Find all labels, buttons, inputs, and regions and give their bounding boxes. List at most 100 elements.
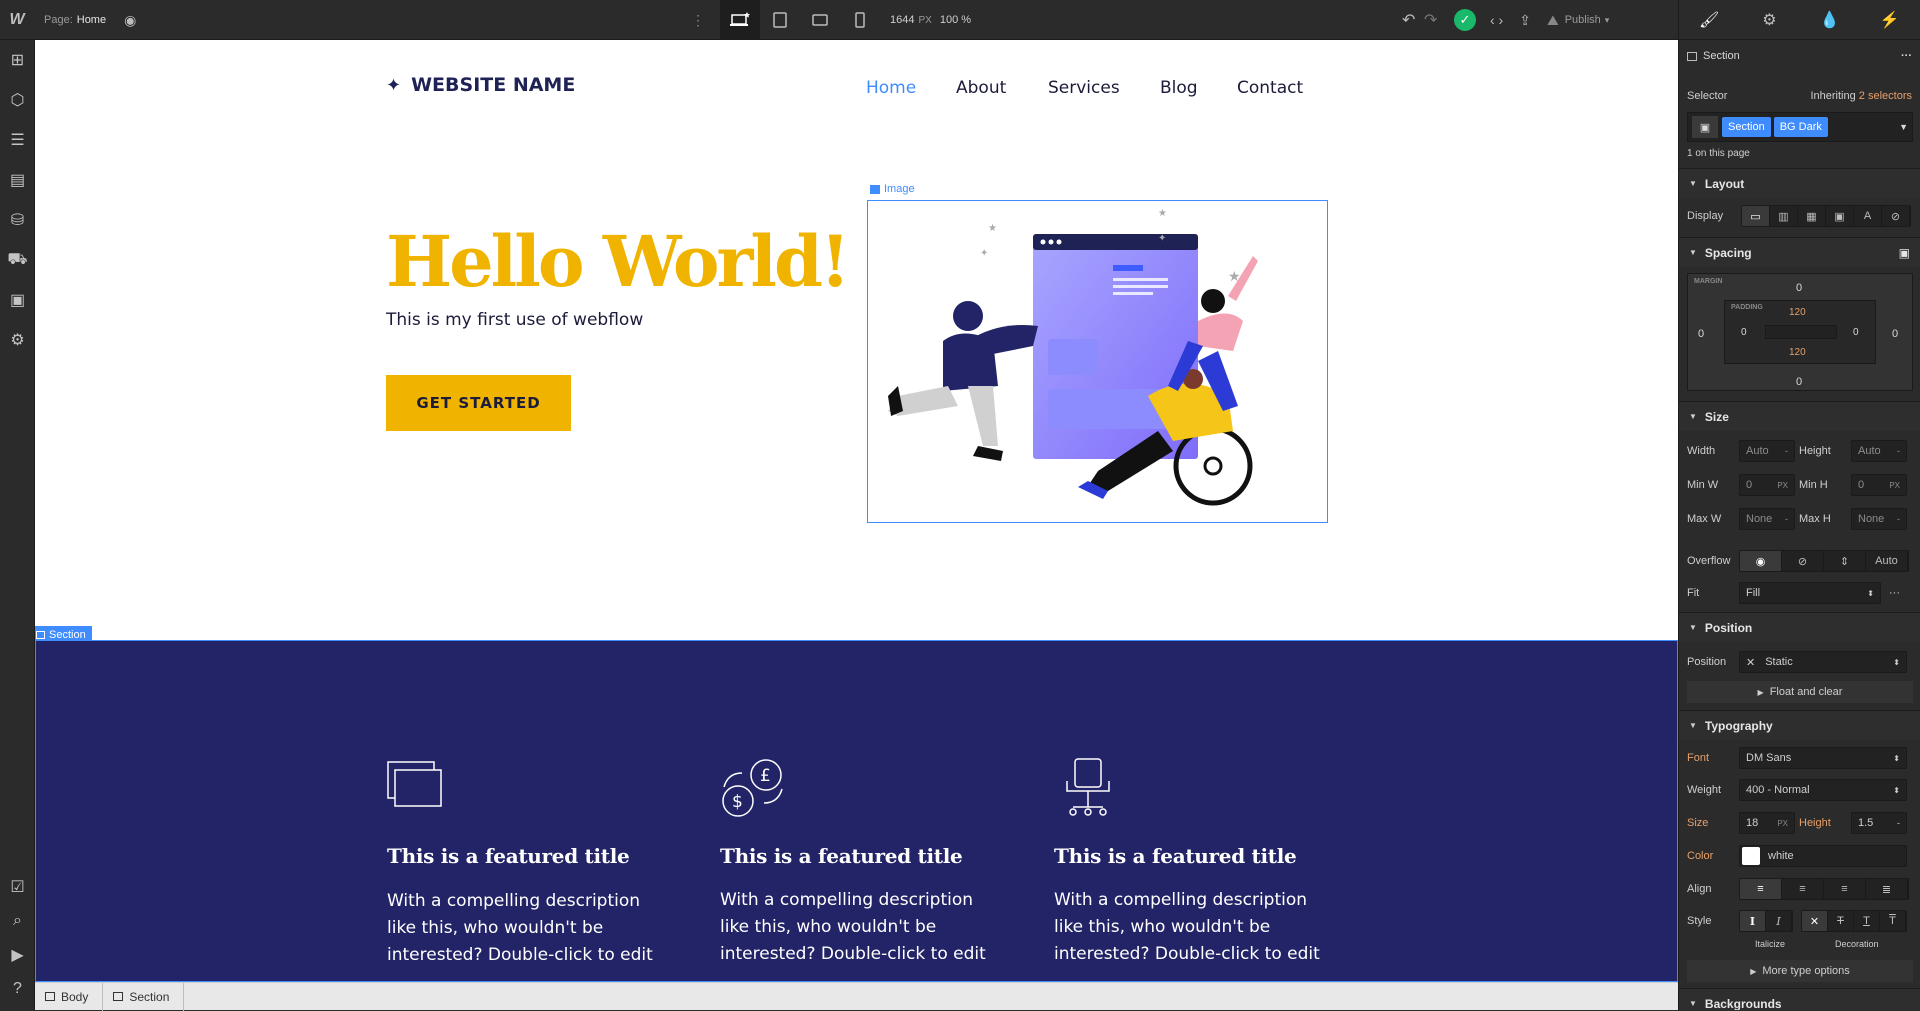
webflow-logo[interactable]: W bbox=[0, 0, 34, 40]
position-section-header[interactable]: ▼ Position bbox=[1679, 612, 1920, 642]
selector-field[interactable]: ▣ Section BG Dark ▼ bbox=[1687, 112, 1913, 142]
feature-description[interactable]: With a compelling description like this,… bbox=[387, 888, 667, 969]
nav-link-home[interactable]: Home bbox=[866, 78, 916, 98]
interactions-bolt-icon[interactable]: ⚡ bbox=[1860, 0, 1920, 39]
mobile-portrait-icon[interactable] bbox=[840, 0, 880, 40]
site-logo[interactable]: ✦ WEBSITE NAME bbox=[386, 74, 575, 96]
display-block-icon[interactable]: ▭ bbox=[1742, 206, 1770, 226]
overflow-auto[interactable]: Auto bbox=[1866, 551, 1908, 571]
display-inline-icon[interactable]: A bbox=[1854, 206, 1882, 226]
color-input[interactable]: white bbox=[1739, 845, 1907, 867]
padding-left-value[interactable]: 0 bbox=[1741, 327, 1747, 338]
hero-subtitle[interactable]: This is my first use of webflow bbox=[386, 310, 643, 330]
font-size-input[interactable]: 18 PX bbox=[1739, 812, 1795, 834]
margin-left-value[interactable]: 0 bbox=[1698, 328, 1704, 340]
navigator-icon[interactable]: ☰ bbox=[0, 120, 35, 160]
ecommerce-icon[interactable]: ⛟ bbox=[0, 240, 35, 280]
nav-link-blog[interactable]: Blog bbox=[1160, 78, 1198, 98]
hero-image[interactable]: ★ ✦ ★ ✦ ★ bbox=[867, 200, 1328, 523]
float-and-clear-button[interactable]: ▶ Float and clear bbox=[1687, 681, 1913, 703]
tasks-check-icon[interactable]: ☑ bbox=[0, 870, 35, 904]
selector-mode-icon[interactable]: ▣ bbox=[1692, 116, 1718, 138]
more-vertical-icon[interactable]: ⋮ bbox=[688, 12, 708, 29]
overflow-hidden-icon[interactable]: ⊘ bbox=[1782, 551, 1824, 571]
cms-icon[interactable]: ⛁ bbox=[0, 200, 35, 240]
overflow-options[interactable]: ◉ ⊘ ⇕ Auto bbox=[1739, 550, 1909, 572]
settings-icon[interactable]: ⚙ bbox=[0, 320, 35, 360]
feature-description[interactable]: With a compelling description like this,… bbox=[720, 887, 1000, 968]
typography-section-header[interactable]: ▼ Typography bbox=[1679, 710, 1920, 740]
style-manager-icon[interactable]: 💧 bbox=[1800, 0, 1860, 39]
padding-top-value[interactable]: 120 bbox=[1789, 307, 1806, 318]
assets-icon[interactable]: ▣ bbox=[0, 280, 35, 320]
display-inline-block-icon[interactable]: ▣ bbox=[1826, 206, 1854, 226]
fit-select[interactable]: Fill ⬍ bbox=[1739, 582, 1881, 604]
add-element-icon[interactable]: ⊞ bbox=[0, 40, 35, 80]
font-select[interactable]: DM Sans ⬍ bbox=[1739, 747, 1907, 769]
spacing-mode-icon[interactable]: ▣ bbox=[1899, 246, 1910, 260]
hero-title[interactable]: Hello World! bbox=[386, 220, 851, 303]
display-options[interactable]: ▭ ▥ ▦ ▣ A ⊘ bbox=[1741, 205, 1911, 227]
style-brush-icon[interactable]: 🖌 bbox=[1679, 0, 1740, 39]
padding-right-value[interactable]: 0 bbox=[1853, 327, 1859, 338]
height-input[interactable]: Auto - bbox=[1851, 440, 1907, 462]
overline-icon[interactable]: T bbox=[1880, 911, 1906, 931]
align-right-icon[interactable]: ≡ bbox=[1824, 879, 1866, 899]
more-options-icon[interactable]: ··· bbox=[1901, 50, 1912, 62]
help-icon[interactable]: ? bbox=[0, 972, 35, 1006]
nav-link-contact[interactable]: Contact bbox=[1237, 78, 1303, 98]
backgrounds-section-header[interactable]: ▼ Backgrounds bbox=[1679, 988, 1920, 1010]
margin-bottom-value[interactable]: 0 bbox=[1796, 376, 1802, 388]
line-height-input[interactable]: 1.5- bbox=[1851, 812, 1907, 834]
desktop-breakpoint-icon[interactable] bbox=[720, 0, 760, 40]
settings-gear-icon[interactable]: ⚙ bbox=[1739, 0, 1799, 39]
feature-title[interactable]: This is a featured title bbox=[720, 844, 963, 868]
margin-right-value[interactable]: 0 bbox=[1892, 328, 1898, 340]
selector-tag-bg-dark[interactable]: BG Dark bbox=[1773, 117, 1828, 137]
underline-icon[interactable]: T bbox=[1854, 911, 1880, 931]
feature-description[interactable]: With a compelling description like this,… bbox=[1054, 887, 1334, 968]
publish-button[interactable]: Publish bbox=[1565, 14, 1601, 26]
italic-options[interactable]: I I bbox=[1739, 910, 1793, 932]
min-width-input[interactable]: 0 PX bbox=[1739, 474, 1795, 496]
display-grid-icon[interactable]: ▦ bbox=[1798, 206, 1826, 226]
display-none-icon[interactable]: ⊘ bbox=[1882, 206, 1910, 226]
width-input[interactable]: Auto - bbox=[1739, 440, 1795, 462]
max-height-input[interactable]: None - bbox=[1851, 508, 1907, 530]
breadcrumb-item-section[interactable]: Section bbox=[103, 982, 185, 1011]
nav-link-about[interactable]: About bbox=[956, 78, 1006, 98]
nav-link-services[interactable]: Services bbox=[1048, 78, 1120, 98]
preview-eye-icon[interactable]: ◉ bbox=[124, 12, 136, 29]
margin-top-value[interactable]: 0 bbox=[1796, 282, 1802, 294]
chevron-down-icon[interactable]: ▼ bbox=[1899, 122, 1908, 132]
mobile-landscape-icon[interactable] bbox=[800, 0, 840, 40]
undo-icon[interactable]: ↶ bbox=[1402, 10, 1424, 30]
video-tutorial-icon[interactable]: ▶ bbox=[0, 938, 35, 972]
canvas-width-value[interactable]: 1644 bbox=[890, 14, 914, 26]
decoration-options[interactable]: ✕ T T T bbox=[1801, 910, 1907, 932]
pages-icon[interactable]: ▤ bbox=[0, 160, 35, 200]
hero-section[interactable]: ✦ WEBSITE NAME Home About Services Blog … bbox=[35, 40, 1678, 640]
strikethrough-icon[interactable]: T bbox=[1828, 911, 1854, 931]
layout-section-header[interactable]: ▼ Layout bbox=[1679, 168, 1920, 198]
color-swatch[interactable] bbox=[1742, 847, 1760, 865]
zoom-level[interactable]: 100 % bbox=[940, 14, 971, 26]
max-width-input[interactable]: None - bbox=[1739, 508, 1795, 530]
overflow-visible-icon[interactable]: ◉ bbox=[1740, 551, 1782, 571]
breadcrumb-item-body[interactable]: Body bbox=[35, 982, 104, 1011]
feature-title[interactable]: This is a featured title bbox=[387, 844, 630, 868]
features-section[interactable]: This is a featured title With a compelli… bbox=[35, 640, 1678, 982]
publish-icon[interactable]: ⛰ bbox=[1547, 12, 1559, 29]
min-height-input[interactable]: 0 PX bbox=[1851, 474, 1907, 496]
selector-tag-section[interactable]: Section bbox=[1722, 117, 1771, 137]
tablet-breakpoint-icon[interactable] bbox=[760, 0, 800, 40]
align-options[interactable]: ≡ ≡ ≡ ≣ bbox=[1739, 878, 1909, 900]
inheriting-count[interactable]: 2 selectors bbox=[1859, 90, 1912, 102]
decoration-none-icon[interactable]: ✕ bbox=[1802, 911, 1828, 931]
redo-icon[interactable]: ↷ bbox=[1424, 10, 1446, 30]
search-icon[interactable]: ⌕ bbox=[0, 904, 35, 938]
italic-on-icon[interactable]: I bbox=[1766, 911, 1792, 931]
italic-off-icon[interactable]: I bbox=[1740, 911, 1766, 931]
spacing-section-header[interactable]: ▼ Spacing ▣ bbox=[1679, 237, 1920, 267]
design-canvas[interactable]: ✦ WEBSITE NAME Home About Services Blog … bbox=[35, 40, 1678, 982]
